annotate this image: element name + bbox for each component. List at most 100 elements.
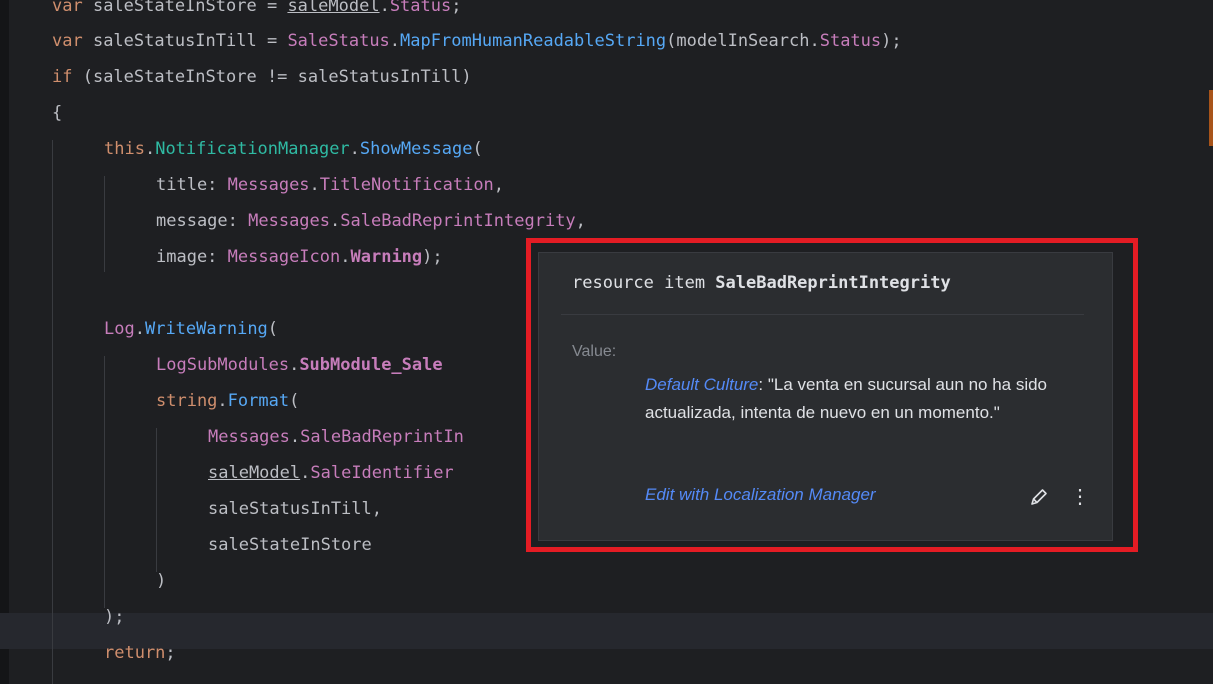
code-token: . xyxy=(217,391,228,411)
code-token: LogSubModules xyxy=(156,355,290,375)
code-token: ( xyxy=(472,139,483,159)
code-token: WriteWarning xyxy=(144,319,268,339)
code-token: return xyxy=(104,643,166,663)
code-token: image: xyxy=(156,247,228,267)
code-token: . xyxy=(309,175,320,195)
code-line[interactable]: { xyxy=(52,95,62,131)
code-token: . xyxy=(144,139,156,159)
code-token: ) xyxy=(156,571,167,591)
code-token: (saleStateInStore != saleStatusInTill) xyxy=(82,67,472,87)
code-token: Log xyxy=(104,319,135,339)
indent-guide xyxy=(104,176,105,272)
resource-name: SaleBadReprintIntegrity xyxy=(715,273,951,293)
popup-divider xyxy=(561,314,1084,315)
code-token: TitleNotification xyxy=(319,175,494,195)
code-token: ShowMessage xyxy=(359,139,473,159)
code-line[interactable]: Log.WriteWarning( xyxy=(104,311,278,347)
code-token: saleModel xyxy=(208,463,301,483)
code-line[interactable]: saleStateInStore xyxy=(208,527,372,563)
more-options-icon[interactable]: ⋮ xyxy=(1070,485,1090,509)
pencil-icon[interactable] xyxy=(1027,485,1051,509)
indent-guide xyxy=(156,428,157,572)
code-line[interactable]: Messages.SaleBadReprintIn xyxy=(208,419,464,455)
code-token: . xyxy=(289,427,301,447)
code-token: . xyxy=(289,355,300,375)
editor-left-edge xyxy=(0,0,9,684)
code-token: if xyxy=(52,67,83,87)
code-token: ( xyxy=(289,391,300,411)
code-token: Messages xyxy=(227,175,310,195)
code-token: , xyxy=(575,211,586,231)
code-line[interactable]: saleStatusInTill, xyxy=(208,491,382,527)
code-token: var xyxy=(52,0,93,16)
code-token: saleStatusInTill, xyxy=(208,499,382,519)
code-token: ); xyxy=(881,31,902,51)
code-line[interactable]: image: MessageIcon.Warning); xyxy=(156,239,443,275)
code-token: ); xyxy=(422,247,443,267)
code-token: . xyxy=(134,319,145,339)
code-token: MessageIcon xyxy=(227,247,341,267)
code-token: var xyxy=(52,31,93,51)
code-token: { xyxy=(52,103,63,123)
code-token: modelInSearch xyxy=(676,31,810,51)
current-line-highlight xyxy=(0,613,1213,649)
code-line[interactable]: saleModel.SaleIdentifier xyxy=(208,455,454,491)
code-line[interactable]: var saleStateInStore = saleModel.Status; xyxy=(52,0,461,24)
culture-label[interactable]: Default Culture xyxy=(645,375,758,394)
culture-value-text: Default Culture: "La venta en sucursal a… xyxy=(645,371,1055,427)
popup-title: resource item SaleBadReprintIntegrity xyxy=(572,273,951,293)
code-line[interactable]: this.NotificationManager.ShowMessage( xyxy=(104,131,483,167)
code-token: SaleBadReprintIn xyxy=(300,427,464,447)
code-token: saleStateInStore xyxy=(92,0,257,16)
edit-localization-link[interactable]: Edit with Localization Manager xyxy=(645,485,876,505)
code-token: SaleIdentifier xyxy=(310,463,454,483)
code-line[interactable]: var saleStatusInTill = SaleStatus.MapFro… xyxy=(52,23,902,59)
code-token: . xyxy=(379,0,390,16)
value-label: Value: xyxy=(572,343,617,360)
gutter-change-marker xyxy=(1209,90,1213,146)
code-token: MapFromHumanReadableString xyxy=(400,31,667,51)
code-token: . xyxy=(349,139,360,159)
code-token: ; xyxy=(451,0,462,16)
code-token: saleStateInStore xyxy=(208,535,372,555)
code-token: Messages xyxy=(248,211,331,231)
code-token: , xyxy=(493,175,505,195)
code-token: string xyxy=(156,391,218,411)
code-token: . xyxy=(340,247,351,267)
code-token: SaleStatus xyxy=(287,31,390,51)
code-token: Status xyxy=(819,31,882,51)
code-token: ( xyxy=(666,31,677,51)
code-token: . xyxy=(389,31,401,51)
code-token: message: xyxy=(156,211,249,231)
code-line[interactable]: string.Format( xyxy=(156,383,299,419)
code-token: SubModule_Sale xyxy=(299,355,443,375)
code-token: saleStatusInTill xyxy=(92,31,257,51)
code-token: Status xyxy=(389,0,452,16)
code-token: saleModel xyxy=(287,0,380,16)
code-token: . xyxy=(809,31,820,51)
code-line[interactable]: return; xyxy=(104,635,176,671)
code-token: title: xyxy=(156,175,228,195)
code-line[interactable]: title: Messages.TitleNotification, xyxy=(156,167,504,203)
code-token: . xyxy=(300,463,311,483)
code-line[interactable]: ); xyxy=(104,599,124,635)
code-line[interactable]: message: Messages.SaleBadReprintIntegrit… xyxy=(156,203,586,239)
code-token: Warning xyxy=(350,247,423,267)
code-line[interactable]: if (saleStateInStore != saleStatusInTill… xyxy=(52,59,472,95)
code-token: = xyxy=(256,31,288,51)
code-line[interactable]: ) xyxy=(156,563,166,599)
code-token: Format xyxy=(227,391,290,411)
code-token: NotificationManager xyxy=(155,139,350,159)
culture-separator: : xyxy=(758,375,768,394)
code-token: . xyxy=(330,211,341,231)
code-token: ); xyxy=(104,607,125,627)
code-token: ; xyxy=(165,643,176,663)
code-line[interactable]: LogSubModules.SubModule_Sale xyxy=(156,347,443,383)
documentation-popup: resource item SaleBadReprintIntegrity Va… xyxy=(538,252,1113,541)
code-token: this xyxy=(104,139,145,159)
code-token: Messages xyxy=(208,427,290,447)
code-token: ( xyxy=(267,319,279,339)
indent-guide xyxy=(104,356,105,608)
popup-title-prefix: resource item xyxy=(572,273,716,293)
code-token: SaleBadReprintIntegrity xyxy=(340,211,576,231)
